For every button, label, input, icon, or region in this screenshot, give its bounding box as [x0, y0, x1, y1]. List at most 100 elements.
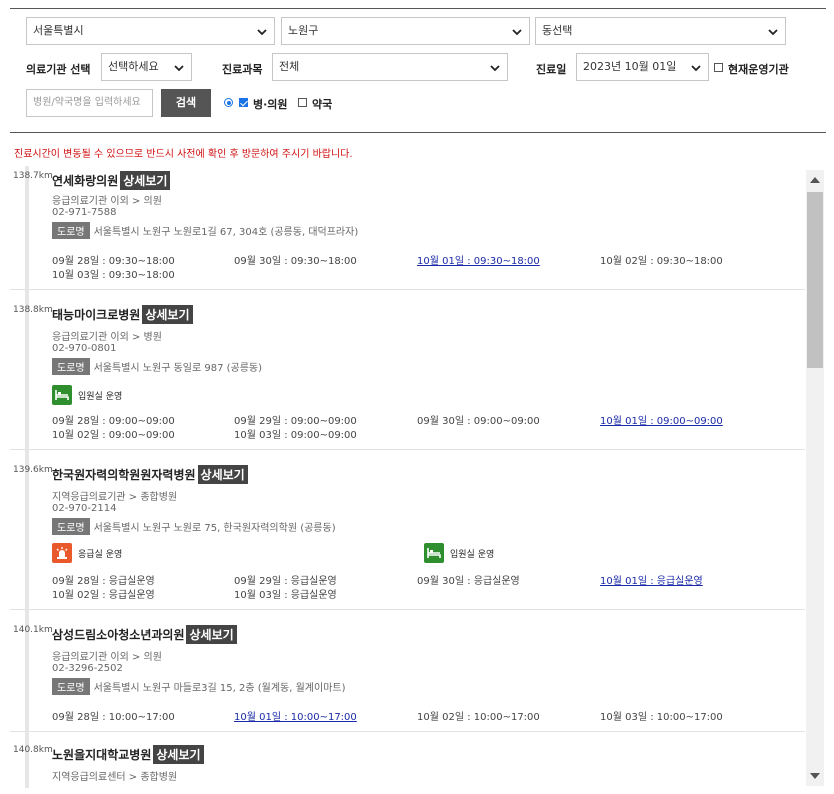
hours-item: 10월 03일 : 09:00~09:00	[234, 430, 357, 441]
distance: 138.8km	[13, 305, 53, 315]
phone: 02-970-0801	[52, 343, 117, 354]
hospital-name-text[interactable]: 태능마이크로병원	[52, 308, 140, 322]
address-text: 서울특별시 노원구 노원로 75, 한국원자력의학원 (공릉동)	[93, 523, 336, 534]
hours-item: 10월 02일 : 09:30~18:00	[600, 256, 723, 267]
list-item: 138.7km 연세화랑의원 상세보기 응급의료기관 이외 > 의원 02-971…	[10, 166, 805, 290]
district-select-value: 노원구	[288, 24, 319, 37]
type-radio[interactable]	[224, 98, 233, 107]
dong-select[interactable]: 동선택	[535, 17, 786, 45]
hospital-name-text[interactable]: 삼성드림소아청소년과의원	[52, 628, 184, 642]
address: 도로명 서울특별시 노원구 노원로1길 67, 304호 (공릉동, 대덕프라자)	[52, 222, 358, 239]
region-select[interactable]: 서울특별시	[26, 17, 275, 45]
hours-item: 10월 03일 : 10:00~17:00	[600, 712, 723, 723]
region-select-value: 서울특별시	[33, 24, 84, 37]
category: 지역응급의료기관 > 종합병원	[52, 492, 178, 503]
address-text: 서울특별시 노원구 동일로 987 (공릉동)	[93, 363, 263, 374]
facility-select-value: 선택하세요	[108, 60, 159, 73]
distance: 140.8km	[13, 745, 53, 755]
hours-item: 10월 02일 : 응급실운영	[52, 590, 155, 601]
hours-item: 10월 02일 : 09:00~09:00	[52, 430, 175, 441]
road-name-tag: 도로명	[52, 678, 90, 695]
district-select[interactable]: 노원구	[281, 17, 530, 45]
siren-icon	[52, 543, 72, 563]
dong-select-value: 동선택	[542, 24, 573, 37]
address-text: 서울특별시 노원구 노원로1길 67, 304호 (공릉동, 대덕프라자)	[93, 227, 359, 238]
hospital-name: 노원을지대학교병원 상세보기	[52, 745, 204, 764]
hospital-name: 연세화랑의원 상세보기	[52, 171, 171, 190]
service-label: 응급실 운영	[78, 549, 123, 560]
pharmacy-type-checkbox[interactable]	[298, 98, 307, 107]
distance: 138.7km	[13, 171, 53, 181]
service-badge: 입원실 운영	[424, 543, 494, 563]
hours-item-today: 10월 01일 : 10:00~17:00	[234, 712, 357, 723]
hospital-name-text[interactable]: 한국원자력의학원원자력병원	[52, 468, 196, 482]
hours-item: 09월 30일 : 09:00~09:00	[417, 416, 540, 427]
search-input[interactable]: 병원/약국명을 입력하세요	[26, 89, 153, 117]
facility-select[interactable]: 선택하세요	[101, 53, 192, 81]
hospital-name: 삼성드림소아청소년과의원 상세보기	[52, 625, 237, 644]
department-select[interactable]: 전체	[272, 53, 508, 81]
hospital-name-text[interactable]: 노원을지대학교병원	[52, 748, 151, 762]
road-name-tag: 도로명	[52, 358, 90, 375]
open-now-checkbox[interactable]	[714, 63, 723, 72]
hospital-type-checkbox[interactable]	[239, 98, 248, 107]
bed-icon	[424, 543, 444, 563]
detail-button[interactable]: 상세보기	[197, 465, 248, 484]
scroll-down-icon[interactable]	[810, 773, 820, 779]
detail-button[interactable]: 상세보기	[142, 305, 193, 324]
category: 지역응급의료센터 > 종합병원	[52, 772, 178, 783]
address-text: 서울특별시 노원구 마들로3길 15, 2층 (월계동, 월계이마트)	[93, 683, 346, 694]
road-name-tag: 도로명	[52, 222, 90, 239]
service-label: 입원실 운영	[78, 391, 123, 402]
detail-button[interactable]: 상세보기	[186, 625, 237, 644]
service-badge: 입원실 운영	[52, 385, 122, 405]
chevron-down-icon	[257, 29, 267, 36]
hours-item: 10월 02일 : 10:00~17:00	[417, 712, 540, 723]
pharmacy-type-label: 약국	[312, 98, 333, 111]
hospital-name-text[interactable]: 연세화랑의원	[52, 174, 118, 188]
scroll-thumb[interactable]	[807, 192, 823, 368]
chevron-down-icon	[691, 65, 701, 72]
hours-item: 09월 28일 : 10:00~17:00	[52, 712, 175, 723]
list-scrollbar[interactable]	[806, 170, 824, 786]
scroll-up-icon[interactable]	[810, 177, 820, 183]
service-badge: 응급실 운영	[52, 543, 122, 563]
category: 응급의료기관 이외 > 의원	[52, 196, 162, 207]
hours-item: 10월 03일 : 09:30~18:00	[52, 270, 175, 281]
hours-item: 09월 28일 : 09:00~09:00	[52, 416, 175, 427]
distance: 140.1km	[13, 625, 53, 635]
open-now-label: 현재운영기관	[728, 63, 789, 76]
hospital-type-label: 병·의원	[253, 98, 288, 111]
search-filters: 서울특별시 노원구 동선택 의료기관 선택 선택하세요 진료과목 전체 진료일 …	[10, 9, 826, 133]
road-name-tag: 도로명	[52, 518, 90, 535]
hospital-list: 138.7km 연세화랑의원 상세보기 응급의료기관 이외 > 의원 02-971…	[10, 166, 826, 788]
phone: 02-971-7588	[52, 207, 117, 218]
search-button[interactable]: 검색	[161, 89, 211, 117]
hours-item-today: 10월 01일 : 응급실운영	[600, 576, 703, 587]
service-label: 입원실 운영	[450, 549, 495, 560]
hours-item: 09월 30일 : 09:30~18:00	[234, 256, 357, 267]
chevron-down-icon	[174, 65, 184, 72]
hours-item: 10월 03일 : 응급실운영	[234, 590, 337, 601]
hours-item: 09월 29일 : 응급실운영	[234, 576, 337, 587]
date-select[interactable]: 2023년 10월 01일	[576, 53, 709, 81]
address: 도로명 서울특별시 노원구 마들로3길 15, 2층 (월계동, 월계이마트)	[52, 678, 346, 695]
phone: 02-970-2114	[52, 503, 117, 514]
hours-item-today: 10월 01일 : 09:00~09:00	[600, 416, 723, 427]
category: 응급의료기관 이외 > 병원	[52, 332, 162, 343]
detail-button[interactable]: 상세보기	[120, 171, 171, 190]
hours-item: 09월 30일 : 응급실운영	[417, 576, 520, 587]
bed-icon	[52, 385, 72, 405]
detail-button[interactable]: 상세보기	[153, 745, 204, 764]
phone: 02-3296-2502	[52, 663, 123, 674]
chevron-down-icon	[768, 29, 778, 36]
chevron-down-icon	[512, 29, 522, 36]
list-item: 139.6km 한국원자력의학원원자력병원 상세보기 지역응급의료기관 > 종합병…	[10, 450, 805, 610]
notice-text: 진료시간이 변동될 수 있으므로 반드시 사전에 확인 후 방문하여 주시기 바…	[14, 149, 353, 160]
address: 도로명 서울특별시 노원구 동일로 987 (공릉동)	[52, 358, 262, 375]
hospital-name: 태능마이크로병원 상세보기	[52, 305, 193, 324]
hours-item: 09월 28일 : 09:30~18:00	[52, 256, 175, 267]
list-item: 138.8km 태능마이크로병원 상세보기 응급의료기관 이외 > 병원 02-9…	[10, 290, 805, 450]
hours-item: 09월 29일 : 09:00~09:00	[234, 416, 357, 427]
category: 응급의료기관 이외 > 의원	[52, 652, 162, 663]
